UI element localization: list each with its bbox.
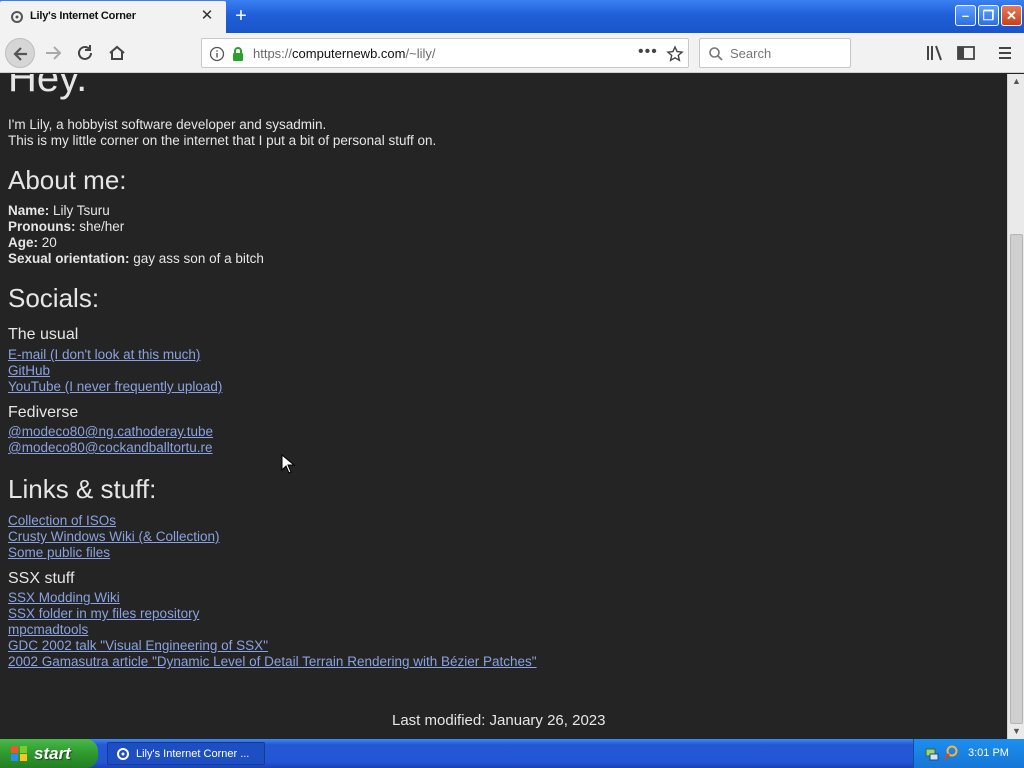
links-heading: Links & stuff: bbox=[8, 474, 157, 504]
email-link[interactable]: E-mail (I don't look at this much) bbox=[8, 347, 998, 363]
scroll-up-arrow-icon[interactable]: ▲ bbox=[1009, 74, 1024, 89]
library-icon[interactable] bbox=[924, 42, 946, 64]
github-link[interactable]: GitHub bbox=[8, 363, 998, 379]
socials-heading: Socials: bbox=[8, 283, 100, 313]
taskbar: start Lily's Internet Corner ... 3:01 PM bbox=[0, 739, 1024, 768]
taskbar-item-label: Lily's Internet Corner ... bbox=[136, 748, 250, 760]
about-row-orientation: Sexual orientation: gay ass son of a bit… bbox=[8, 251, 264, 266]
nav-toolbar: https://computernewb.com/~lily/ ••• bbox=[0, 33, 1024, 73]
scroll-down-arrow-icon[interactable]: ▼ bbox=[1009, 724, 1024, 739]
tab-lilys-internet-corner[interactable]: Lily's Internet Corner ✕ bbox=[0, 1, 226, 33]
vertical-scrollbar[interactable]: ▲ ▼ bbox=[1007, 74, 1024, 739]
fediverse-link-cockandballtortu[interactable]: @modeco80@cockandballtortu.re bbox=[8, 440, 998, 456]
home-icon[interactable] bbox=[106, 42, 128, 64]
search-icon bbox=[709, 47, 723, 61]
scrollbar-thumb[interactable] bbox=[1010, 234, 1023, 724]
arrow-left-icon bbox=[13, 47, 27, 61]
address-bar[interactable]: https://computernewb.com/~lily/ ••• bbox=[201, 38, 689, 68]
windows-logo-icon bbox=[11, 746, 27, 761]
last-modified: Last modified: January 26, 2023 bbox=[392, 712, 606, 729]
search-input[interactable] bbox=[730, 46, 840, 61]
about-row-age: Age: 20 bbox=[8, 235, 57, 250]
intro-line-1: I'm Lily, a hobbyist software developer … bbox=[8, 117, 327, 132]
start-label: start bbox=[34, 744, 71, 763]
lock-icon[interactable] bbox=[231, 46, 245, 62]
youtube-link[interactable]: YouTube (I never frequently upload) bbox=[8, 379, 998, 395]
tab-title: Lily's Internet Corner bbox=[30, 10, 136, 22]
intro-line-2: This is my little corner on the internet… bbox=[8, 133, 437, 148]
system-tray: 3:01 PM bbox=[913, 739, 1024, 768]
mpcmadtools-link[interactable]: mpcmadtools bbox=[8, 622, 998, 638]
info-icon[interactable] bbox=[209, 46, 225, 62]
new-tab-icon[interactable]: + bbox=[231, 6, 251, 26]
search-bar[interactable] bbox=[699, 38, 851, 68]
search-tray-icon[interactable] bbox=[943, 745, 959, 762]
network-icon[interactable] bbox=[924, 746, 940, 762]
ssx-modding-wiki-link[interactable]: SSX Modding Wiki bbox=[8, 590, 998, 606]
back-button[interactable] bbox=[5, 38, 35, 68]
page-body: Hey. I'm Lily, a hobbyist software devel… bbox=[8, 74, 998, 670]
gdc-talk-link[interactable]: GDC 2002 talk "Visual Engineering of SSX… bbox=[8, 638, 998, 654]
fediverse-link-cathoderay[interactable]: @modeco80@ng.cathoderay.tube bbox=[8, 424, 998, 440]
mouse-cursor-icon bbox=[281, 454, 295, 474]
start-button[interactable]: start bbox=[0, 739, 98, 768]
close-button[interactable]: ✕ bbox=[1001, 5, 1022, 26]
sidebar-icon[interactable] bbox=[955, 42, 977, 64]
crusty-windows-wiki-link[interactable]: Crusty Windows Wiki (& Collection) bbox=[8, 529, 998, 545]
url-text: https://computernewb.com/~lily/ bbox=[253, 46, 436, 61]
page-content: Hey. I'm Lily, a hobbyist software devel… bbox=[0, 74, 1007, 739]
favicon-icon bbox=[11, 11, 23, 23]
tab-close-icon[interactable]: ✕ bbox=[199, 8, 215, 24]
ssx-heading: SSX stuff bbox=[8, 570, 75, 587]
gamasutra-article-link[interactable]: 2002 Gamasutra article "Dynamic Level of… bbox=[8, 654, 998, 670]
about-heading: About me: bbox=[8, 165, 127, 195]
bookmark-star-icon[interactable] bbox=[666, 45, 684, 63]
taskbar-item-browser[interactable]: Lily's Internet Corner ... bbox=[107, 742, 265, 765]
reload-icon[interactable] bbox=[74, 42, 96, 64]
minimize-button[interactable]: – bbox=[955, 5, 976, 26]
about-row-pronouns: Pronouns: she/her bbox=[8, 219, 125, 234]
public-files-link[interactable]: Some public files bbox=[8, 545, 998, 561]
page-actions-icon[interactable]: ••• bbox=[638, 43, 658, 61]
browser-icon bbox=[117, 748, 129, 760]
isos-link[interactable]: Collection of ISOs bbox=[8, 513, 998, 529]
clock: 3:01 PM bbox=[968, 747, 1009, 759]
title-bar: Lily's Internet Corner ✕ + – ❐ ✕ bbox=[0, 0, 1024, 33]
about-row-name: Name: Lily Tsuru bbox=[8, 203, 110, 218]
forward-arrow-icon[interactable] bbox=[42, 42, 64, 64]
fediverse-heading: Fediverse bbox=[8, 404, 79, 421]
usual-heading: The usual bbox=[8, 326, 79, 343]
page-heading: Hey. bbox=[8, 74, 88, 100]
maximize-button[interactable]: ❐ bbox=[978, 5, 999, 26]
ssx-folder-link[interactable]: SSX folder in my files repository bbox=[8, 606, 998, 622]
hamburger-menu-icon[interactable] bbox=[994, 42, 1016, 64]
